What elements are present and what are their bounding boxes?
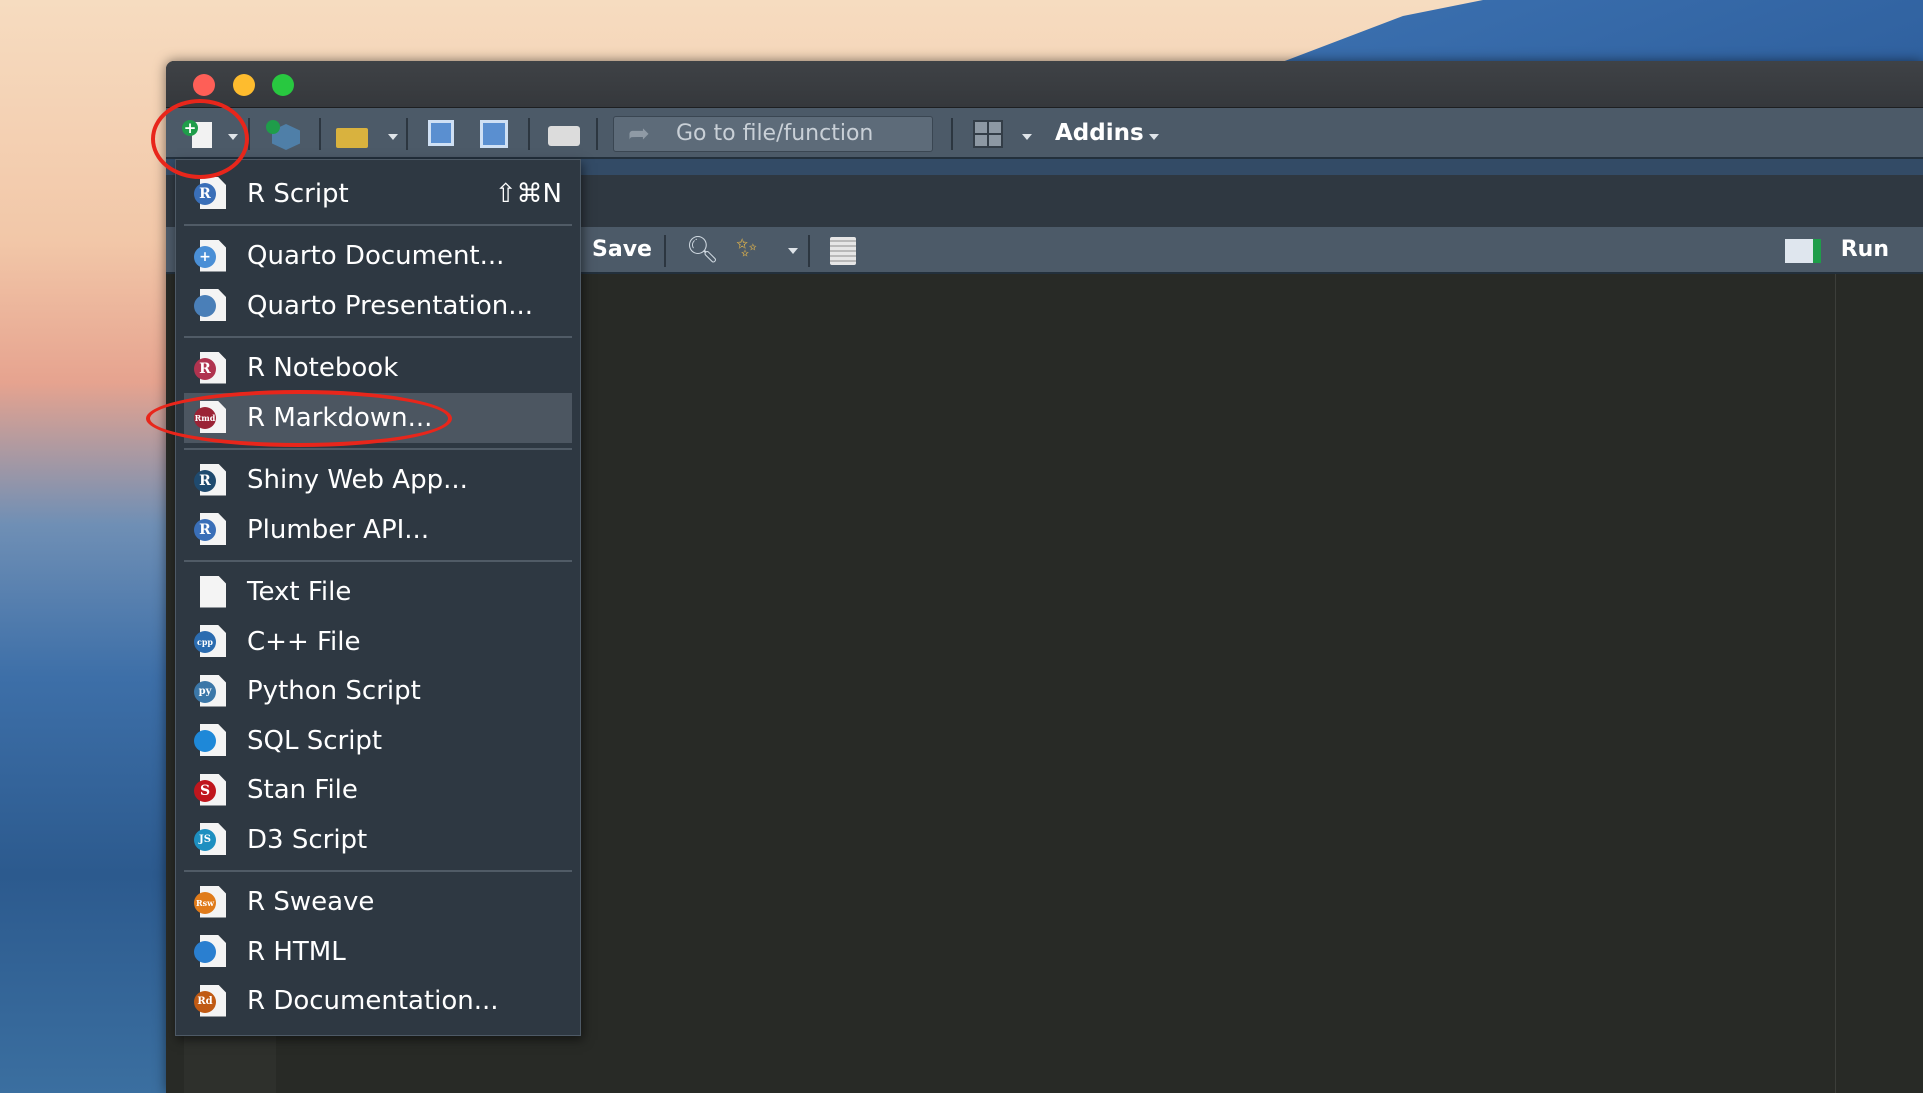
menu-separator	[184, 219, 572, 232]
menu-item-python-script[interactable]: py Python Script	[184, 667, 572, 717]
menu-item-quarto-document[interactable]: + Quarto Document...	[184, 232, 572, 282]
menu-item-r-markdown[interactable]: Rmd R Markdown...	[184, 393, 572, 443]
menu-separator	[184, 555, 572, 568]
close-window-button[interactable]	[193, 74, 215, 96]
shiny-icon: R	[194, 463, 228, 498]
arrow-icon: ➦	[628, 119, 650, 149]
go-to-file-placeholder: Go to file/function	[676, 121, 874, 146]
zoom-window-button[interactable]	[272, 74, 294, 96]
save-all-icon	[480, 120, 508, 148]
menu-item-label: Text File	[247, 577, 352, 608]
go-to-file-input[interactable]: ➦ Go to file/function	[613, 116, 933, 152]
menu-item-shiny-web-app[interactable]: R Shiny Web App...	[184, 456, 572, 506]
search-icon[interactable]: 🔍︎	[686, 235, 719, 265]
title-bar	[166, 61, 1923, 108]
open-file-button[interactable]	[336, 120, 372, 148]
grid-icon	[973, 120, 1003, 148]
addins-menu[interactable]: Addins	[1055, 116, 1144, 150]
minimize-window-button[interactable]	[233, 74, 255, 96]
cpp-file-icon: cpp	[194, 625, 228, 659]
r-markdown-icon: Rmd	[194, 401, 228, 435]
folder-icon	[336, 128, 368, 148]
run-icon[interactable]	[1785, 239, 1821, 263]
menu-item-label: R Markdown...	[247, 402, 433, 433]
r-script-icon: R	[194, 177, 228, 211]
d3-script-icon: JS	[194, 823, 228, 857]
menu-item-stan-file[interactable]: S Stan File	[184, 766, 572, 816]
stan-icon: S	[194, 773, 228, 808]
editor-save-button[interactable]: Save	[592, 227, 652, 273]
menu-item-d3-script[interactable]: JS D3 Script	[184, 815, 572, 865]
run-button[interactable]: Run	[1841, 227, 1889, 273]
save-all-button[interactable]	[480, 120, 512, 148]
menu-item-label: D3 Script	[247, 824, 368, 855]
print-icon	[548, 126, 580, 146]
menu-item-label: R Sweave	[247, 887, 375, 918]
menu-item-label: R Documentation...	[247, 986, 499, 1017]
menu-item-label: Plumber API...	[247, 514, 430, 545]
text-file-icon	[194, 575, 228, 610]
menu-item-label: R Notebook	[247, 353, 399, 384]
addins-dropdown-caret[interactable]	[1149, 134, 1159, 140]
new-file-dropdown-caret[interactable]	[228, 134, 238, 140]
r-sweave-icon: Rsw	[194, 885, 228, 920]
menu-separator	[184, 865, 572, 878]
menu-item-label: SQL Script	[247, 725, 383, 756]
sql-icon	[194, 724, 228, 758]
menu-item-r-script[interactable]: R R Script ⇧⌘N	[184, 169, 572, 219]
r-documentation-icon: Rd	[194, 984, 228, 1019]
magic-wand-icon[interactable]: ✨︎	[736, 233, 757, 264]
code-tools-dropdown-caret[interactable]	[788, 248, 798, 254]
menu-separator	[184, 331, 572, 344]
menu-item-r-sweave[interactable]: Rsw R Sweave	[184, 878, 572, 928]
menu-item-label: Stan File	[247, 775, 358, 806]
open-file-dropdown-caret[interactable]	[388, 134, 398, 140]
margin-line	[1835, 274, 1836, 1093]
new-file-menu: R R Script ⇧⌘N + Quarto Document... Quarto Pr…	[175, 159, 581, 1036]
r-notebook-icon: R	[194, 351, 228, 386]
menu-item-r-documentation[interactable]: Rd R Documentation...	[184, 977, 572, 1027]
compile-report-icon[interactable]	[830, 237, 856, 265]
panes-dropdown-caret[interactable]	[1022, 134, 1032, 140]
menu-item-plumber-api[interactable]: R Plumber API...	[184, 505, 572, 555]
shortcut-label: ⇧⌘N	[494, 178, 562, 209]
menu-item-quarto-presentation[interactable]: Quarto Presentation...	[184, 281, 572, 331]
python-icon: py	[194, 674, 228, 709]
menu-item-label: Quarto Presentation...	[247, 290, 534, 321]
menu-item-label: Shiny Web App...	[247, 465, 468, 496]
new-file-button[interactable]: +	[178, 120, 220, 148]
workspace-panes-button[interactable]	[973, 120, 1005, 148]
menu-item-r-notebook[interactable]: R R Notebook	[184, 344, 572, 394]
print-button[interactable]	[548, 120, 582, 148]
plumber-icon: R	[194, 513, 228, 547]
menu-separator	[184, 443, 572, 456]
plus-icon: +	[182, 119, 198, 137]
menu-item-label: R Script	[247, 178, 349, 209]
menu-item-c-file[interactable]: cpp C++ File	[184, 617, 572, 667]
save-icon	[428, 120, 454, 146]
new-project-button[interactable]	[266, 120, 304, 150]
menu-item-label: C++ File	[247, 626, 361, 657]
menu-item-label: Python Script	[247, 676, 421, 707]
r-html-icon	[194, 935, 228, 969]
menu-item-label: R HTML	[247, 936, 346, 967]
menu-item-text-file[interactable]: Text File	[184, 568, 572, 618]
quarto-document-icon: +	[194, 239, 228, 274]
menu-item-label: Quarto Document...	[247, 241, 505, 272]
save-button[interactable]	[428, 120, 456, 148]
menu-item-sql-script[interactable]: SQL Script	[184, 716, 572, 766]
quarto-presentation-icon	[194, 289, 228, 323]
menu-item-r-html[interactable]: R HTML	[184, 927, 572, 977]
main-toolbar: + ➦ Go to file/function Addins	[166, 108, 1923, 159]
